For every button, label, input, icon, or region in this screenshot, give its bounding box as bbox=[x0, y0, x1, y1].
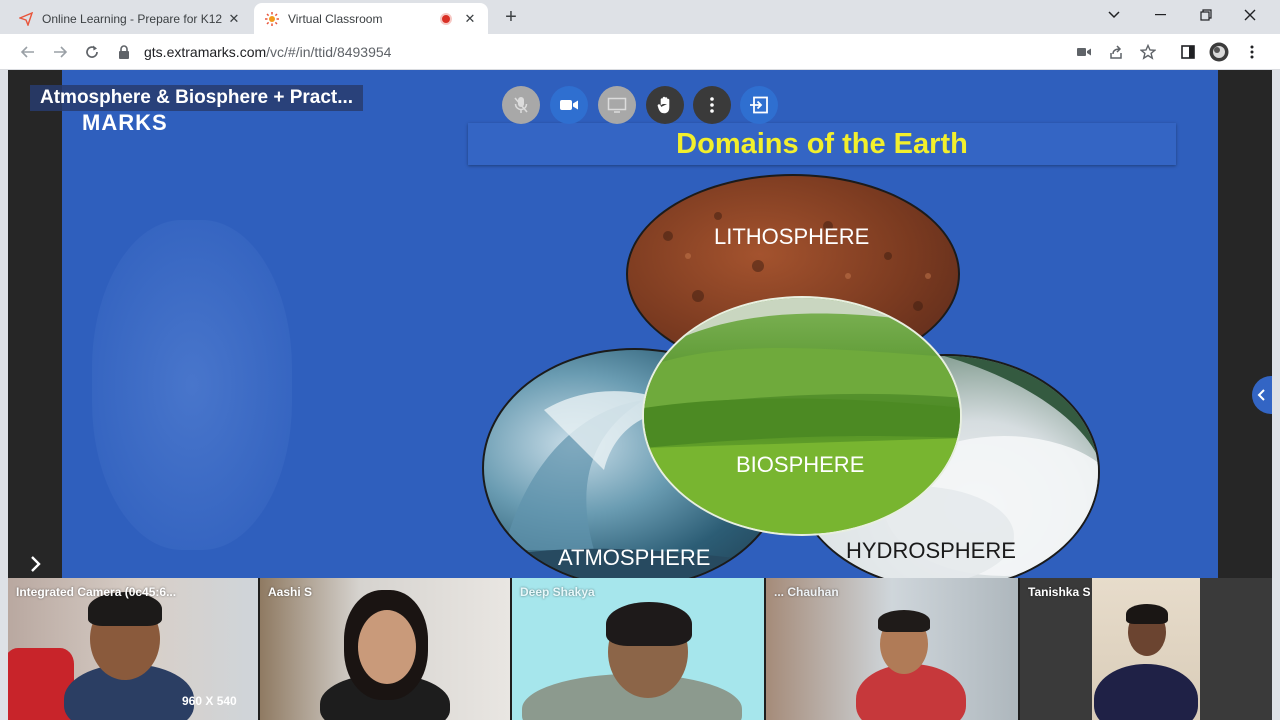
lithosphere-label: LITHOSPHERE bbox=[714, 224, 870, 249]
bookmark-star-icon[interactable] bbox=[1138, 42, 1158, 62]
minimize-button[interactable] bbox=[1140, 0, 1180, 30]
video-resolution: 960 X 540 bbox=[182, 694, 237, 708]
tab-title: Online Learning - Prepare for K12 bbox=[42, 11, 223, 26]
tab-virtual-classroom[interactable]: Virtual Classroom ✕ bbox=[254, 3, 488, 34]
close-icon[interactable]: ✕ bbox=[462, 11, 478, 27]
atmosphere-label: ATMOSPHERE bbox=[558, 545, 711, 570]
classroom-stage: MARKS Domains of the Earth LITHOSPHERE B… bbox=[8, 70, 1272, 578]
participant-name: ... Chauhan bbox=[774, 585, 839, 599]
slide-title: Domains of the Earth bbox=[676, 128, 968, 160]
side-panel-icon[interactable] bbox=[1178, 42, 1198, 62]
participant-name: Tanishka S bbox=[1028, 585, 1091, 599]
participant-tile[interactable]: Integrated Camera (0c45:6... 960 X 540 bbox=[8, 578, 258, 720]
camera-in-use-icon[interactable] bbox=[1074, 42, 1094, 62]
tab-online-learning[interactable]: Online Learning - Prepare for K12 ✕ bbox=[8, 3, 252, 34]
presentation-slide: MARKS Domains of the Earth LITHOSPHERE B… bbox=[62, 70, 1218, 578]
browser-menu-icon[interactable] bbox=[1242, 42, 1262, 62]
participant-video bbox=[1094, 664, 1198, 720]
close-window-button[interactable] bbox=[1230, 0, 1270, 30]
close-icon[interactable]: ✕ bbox=[226, 11, 242, 27]
participant-strip: Integrated Camera (0c45:6... 960 X 540 A… bbox=[8, 578, 1272, 720]
browser-toolbar: gts.extramarks.com/vc/#/in/ttid/8493954 bbox=[0, 34, 1280, 70]
chevron-right-icon[interactable] bbox=[30, 555, 44, 575]
tab-title: Virtual Classroom bbox=[288, 11, 383, 26]
participant-video bbox=[358, 610, 416, 684]
url-path: /vc/#/in/ttid/8493954 bbox=[266, 44, 392, 60]
recording-indicator-icon bbox=[440, 12, 452, 25]
participant-name: Integrated Camera (0c45:6... bbox=[16, 585, 177, 599]
brand-logo: MARKS bbox=[82, 110, 168, 135]
participant-name: Aashi S bbox=[268, 585, 313, 599]
participant-video bbox=[606, 602, 692, 646]
back-button[interactable] bbox=[16, 40, 40, 64]
share-icon[interactable] bbox=[1106, 42, 1126, 62]
screen-share-icon[interactable] bbox=[598, 86, 636, 124]
browser-tab-bar: Online Learning - Prepare for K12 ✕ Virt… bbox=[0, 0, 1280, 34]
participant-tile[interactable]: Aashi S bbox=[260, 578, 510, 720]
hydrosphere-label: HYDROSPHERE bbox=[846, 538, 1016, 563]
participant-tile[interactable]: Tanishka S bbox=[1020, 578, 1272, 720]
profile-avatar[interactable] bbox=[1209, 42, 1229, 62]
url-host: gts.extramarks.com bbox=[144, 44, 267, 60]
participant-tile[interactable]: Deep Shakya bbox=[512, 578, 764, 720]
tab-search-icon[interactable] bbox=[1094, 0, 1134, 30]
more-options-icon[interactable] bbox=[693, 86, 731, 124]
camera-icon[interactable] bbox=[550, 86, 588, 124]
raise-hand-icon[interactable] bbox=[646, 86, 684, 124]
slide-globe-decoration bbox=[92, 220, 292, 550]
biosphere-image bbox=[642, 296, 962, 536]
paper-plane-icon bbox=[18, 11, 34, 27]
participant-video bbox=[1092, 578, 1200, 720]
class-title: Atmosphere & Biosphere + Pract... bbox=[30, 85, 364, 111]
side-panel-toggle[interactable] bbox=[1252, 376, 1272, 414]
participant-name: Deep Shakya bbox=[520, 585, 595, 599]
restore-button[interactable] bbox=[1186, 0, 1226, 30]
url-text: gts.extramarks.com/vc/#/in/ttid/8493954 bbox=[144, 44, 391, 60]
biosphere-label: BIOSPHERE bbox=[736, 452, 865, 477]
mic-off-icon[interactable] bbox=[502, 86, 540, 124]
participant-video bbox=[1126, 604, 1168, 624]
exit-icon[interactable] bbox=[740, 86, 778, 124]
new-tab-button[interactable]: + bbox=[500, 6, 522, 28]
participant-tile[interactable]: ... Chauhan bbox=[766, 578, 1018, 720]
reload-button[interactable] bbox=[80, 40, 104, 64]
sun-logo-icon bbox=[264, 11, 280, 27]
lock-icon[interactable] bbox=[118, 45, 132, 59]
participant-video bbox=[878, 610, 930, 632]
forward-button[interactable] bbox=[48, 40, 72, 64]
